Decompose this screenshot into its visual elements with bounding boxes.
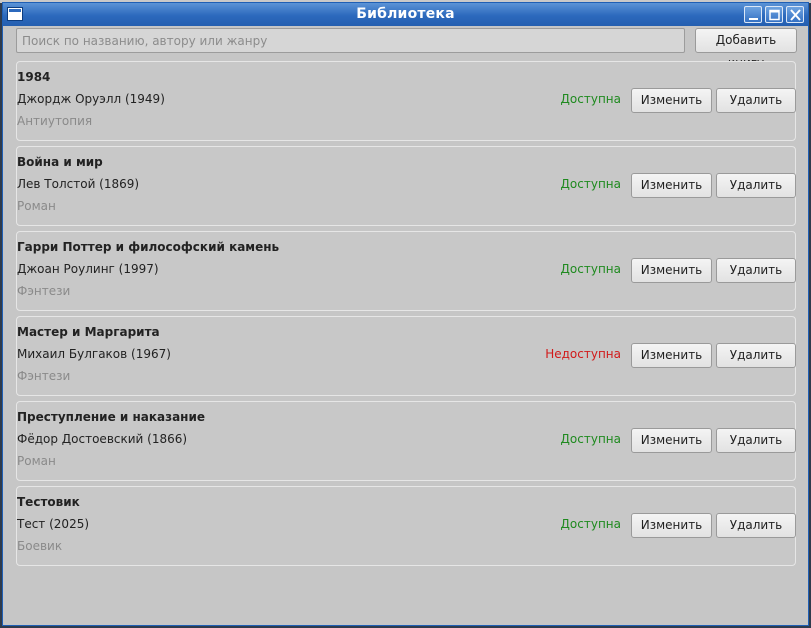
book-author: Джоан Роулинг (1997) bbox=[17, 262, 159, 276]
availability-status: Доступна bbox=[560, 177, 621, 191]
add-book-button[interactable]: Добавить книгу bbox=[695, 28, 797, 70]
search-input[interactable] bbox=[16, 28, 685, 53]
edit-book-button[interactable]: Изменить bbox=[631, 513, 712, 538]
close-icon bbox=[790, 9, 801, 21]
book-card: Гарри Поттер и философский камень Джоан Р… bbox=[16, 231, 796, 311]
delete-book-button[interactable]: Удалить bbox=[716, 513, 796, 538]
delete-book-button[interactable]: Удалить bbox=[716, 343, 796, 368]
availability-status: Доступна bbox=[560, 262, 621, 276]
book-card: 1984 Джордж Оруэлл (1949) Антиутопия Доступ… bbox=[16, 61, 796, 141]
window-title: Библиотека bbox=[356, 6, 455, 22]
book-title: Гарри Поттер и философский камень bbox=[17, 240, 280, 254]
delete-book-button[interactable]: Удалить bbox=[716, 88, 796, 113]
delete-book-button[interactable]: Удалить bbox=[716, 173, 796, 198]
book-genre: Роман bbox=[17, 199, 56, 213]
book-card: Война и мир Лев Толстой (1869) Роман Доступ… bbox=[16, 146, 796, 226]
edit-book-button[interactable]: Изменить bbox=[631, 428, 712, 453]
book-card: Преступление и наказание Фёдор Достоевски… bbox=[16, 401, 796, 481]
library-window: Библиотека Добавить книгу 1984 Джордж Ору… bbox=[2, 2, 809, 626]
book-title: Преступление и наказание bbox=[17, 410, 206, 424]
book-title: Тестовик bbox=[17, 495, 80, 509]
book-author: Лев Толстой (1869) bbox=[17, 177, 140, 191]
availability-status: Доступна bbox=[560, 517, 621, 531]
availability-status: Недоступна bbox=[545, 347, 621, 361]
book-author: Тест (2025) bbox=[17, 517, 90, 531]
availability-status: Доступна bbox=[560, 92, 621, 106]
book-author: Михаил Булгаков (1967) bbox=[17, 347, 171, 361]
maximize-button[interactable] bbox=[765, 6, 783, 23]
edit-book-button[interactable]: Изменить bbox=[631, 343, 712, 368]
book-title: Война и мир bbox=[17, 155, 103, 169]
edit-book-button[interactable]: Изменить bbox=[631, 258, 712, 283]
availability-status: Доступна bbox=[560, 432, 621, 446]
book-card: Мастер и Маргарита Михаил Булгаков (1967)… bbox=[16, 316, 796, 396]
delete-book-button[interactable]: Удалить bbox=[716, 428, 796, 453]
maximize-icon bbox=[769, 9, 780, 21]
book-genre: Роман bbox=[17, 454, 56, 468]
edit-book-button[interactable]: Изменить bbox=[631, 88, 712, 113]
window-titlebar[interactable]: Библиотека bbox=[3, 3, 808, 26]
book-card: Тестовик Тест (2025) Боевик Доступна Изменит… bbox=[16, 486, 796, 566]
book-title: 1984 bbox=[17, 70, 51, 84]
book-author: Джордж Оруэлл (1949) bbox=[17, 92, 165, 106]
close-button[interactable] bbox=[786, 6, 804, 23]
edit-book-button[interactable]: Изменить bbox=[631, 173, 712, 198]
book-genre: Антиутопия bbox=[17, 114, 93, 128]
minimize-icon bbox=[749, 18, 758, 20]
delete-book-button[interactable]: Удалить bbox=[716, 258, 796, 283]
book-author: Фёдор Достоевский (1866) bbox=[17, 432, 188, 446]
book-genre: Боевик bbox=[17, 539, 63, 553]
book-genre: Фэнтези bbox=[17, 284, 71, 298]
minimize-button[interactable] bbox=[744, 6, 762, 23]
book-genre: Фэнтези bbox=[17, 369, 71, 383]
book-title: Мастер и Маргарита bbox=[17, 325, 160, 339]
